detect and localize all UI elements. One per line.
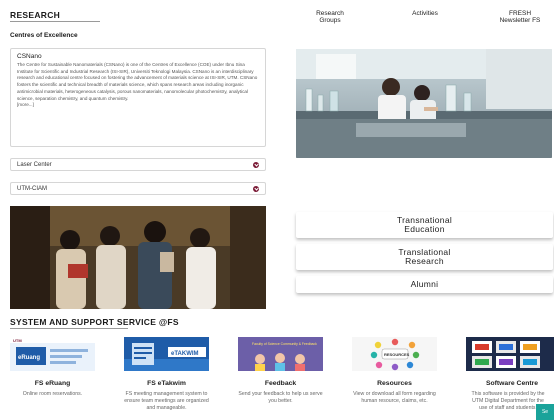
nav-fresh-newsletter[interactable]: FRESH Newsletter FS bbox=[486, 10, 554, 24]
coe-heading: Centres of Excellence bbox=[10, 32, 78, 39]
menu-label-line2: Research bbox=[405, 256, 444, 266]
eruang-logo-text: eRuang bbox=[18, 355, 40, 361]
heading-underline bbox=[10, 328, 128, 329]
service-desc-eruang: Online room reservations. bbox=[22, 391, 83, 397]
accordion-label: UTM-CIAM bbox=[17, 185, 47, 192]
service-desc-resources: View or download all form regarding huma… bbox=[353, 391, 436, 404]
service-desc-feedback: Send your feedback to help us serve you … bbox=[238, 391, 323, 404]
service-name-software-centre[interactable]: Software Centre bbox=[470, 380, 554, 387]
nav-label-line2: Newsletter FS bbox=[499, 17, 541, 24]
service-name-eruang[interactable]: FS eRuang bbox=[10, 380, 95, 387]
nav-label-line1: Activities bbox=[412, 10, 438, 17]
students-photo bbox=[10, 206, 266, 309]
menu-translational-research[interactable]: Translational Research bbox=[296, 244, 553, 270]
chevron-down-icon bbox=[253, 161, 259, 168]
resources-banner[interactable]: RESOURCES bbox=[352, 337, 437, 371]
eruang-banner[interactable]: UTM eRuang bbox=[10, 337, 95, 371]
service-name-etakwim[interactable]: FS eTakwim bbox=[124, 380, 209, 387]
service-name-feedback[interactable]: Feedback bbox=[238, 380, 323, 387]
accordion-label: Laser Center bbox=[17, 161, 52, 168]
accordion-utm-ciam[interactable]: UTM-CIAM bbox=[10, 182, 266, 195]
feedback-banner-text: Faculty of Science Community & Feedback bbox=[252, 342, 317, 346]
software-centre-banner[interactable] bbox=[466, 337, 554, 371]
csnano-description: The Centre for Sustainable Nanomaterials… bbox=[17, 62, 258, 101]
etakwim-banner[interactable]: eTAKWIM bbox=[124, 337, 209, 371]
service-name-resources[interactable]: Resources bbox=[352, 380, 437, 387]
service-desc-etakwim: FS meeting management system to ensure t… bbox=[124, 391, 209, 411]
system-support-heading: SYSTEM AND SUPPORT SERVICE @FS bbox=[10, 317, 179, 327]
nav-research-groups[interactable]: Research Groups bbox=[302, 10, 358, 24]
resources-center-text: RESOURCES bbox=[384, 352, 410, 357]
menu-label-line2: Education bbox=[404, 224, 445, 234]
accordion-laser-center[interactable]: Laser Center bbox=[10, 158, 266, 171]
nav-activities[interactable]: Activities bbox=[395, 10, 455, 17]
nav-label-line1: Research bbox=[316, 10, 344, 17]
menu-label: Alumni bbox=[410, 278, 439, 289]
etakwim-logo-text: eTAKWIM bbox=[171, 351, 199, 357]
nav-label-line2: Groups bbox=[319, 17, 341, 24]
lab-photo bbox=[296, 49, 552, 158]
menu-transnational-education[interactable]: Transnational Education bbox=[296, 212, 553, 238]
title-underline bbox=[10, 21, 100, 22]
csnano-title: CSNano bbox=[17, 53, 42, 60]
corner-floating-button[interactable]: Se bbox=[536, 404, 554, 420]
svg-text:UTM: UTM bbox=[13, 338, 22, 343]
chevron-down-icon bbox=[253, 185, 259, 192]
csnano-panel: CSNano The Centre for Sustainable Nanoma… bbox=[10, 48, 266, 147]
csnano-more-link[interactable]: [more...] bbox=[17, 102, 259, 107]
nav-label-line1: FRESH bbox=[508, 10, 532, 17]
page-title: RESEARCH bbox=[10, 10, 61, 20]
menu-alumni[interactable]: Alumni bbox=[296, 276, 553, 293]
feedback-banner[interactable]: Faculty of Science Community & Feedback bbox=[238, 337, 323, 371]
